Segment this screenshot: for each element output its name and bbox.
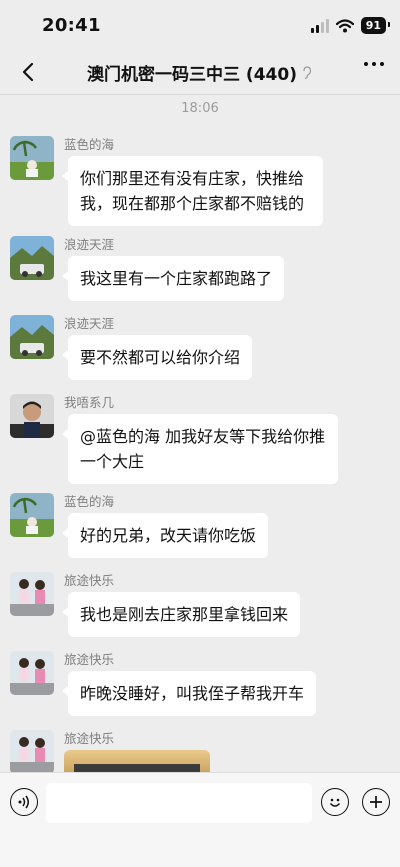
- ear-icon: [301, 66, 313, 80]
- avatar[interactable]: [10, 730, 54, 772]
- message-bubble[interactable]: 昨晚没睡好，叫我侄子帮我开车: [61, 671, 317, 716]
- sender-name: 旅途快乐: [64, 652, 115, 667]
- timestamp: 18:06: [181, 101, 219, 116]
- sender-name: 旅途快乐: [64, 573, 115, 588]
- input-bar: [0, 772, 400, 867]
- wifi-icon: [335, 18, 354, 32]
- message-bubble[interactable]: 我也是刚去庄家那里拿钱回来: [61, 592, 301, 637]
- avatar[interactable]: [10, 136, 54, 180]
- emoji-icon: [329, 798, 341, 807]
- avatar[interactable]: [10, 572, 54, 616]
- emoji-button[interactable]: [321, 788, 349, 816]
- message-bubble[interactable]: 要不然都可以给你介绍: [61, 335, 253, 380]
- chat-title[interactable]: 澳门机密一码三中三 (440): [87, 60, 297, 85]
- avatar[interactable]: [10, 651, 54, 695]
- message-bubble[interactable]: 你们那里还有没有庄家，快推给我，现在都那个庄家都不赔钱的: [62, 156, 323, 226]
- more-button[interactable]: [364, 62, 384, 66]
- avatar[interactable]: [10, 236, 54, 280]
- message-list[interactable]: 18:06 蓝色的海 你们那里还有没有庄家，快推给我，现在都那个庄家都不赔钱的 …: [0, 95, 400, 772]
- sender-name: 我唔系几: [64, 395, 115, 410]
- status-bar: 20:41 91: [0, 0, 400, 50]
- image-message[interactable]: [64, 750, 210, 772]
- sender-name: 浪迹天涯: [64, 237, 115, 252]
- battery-indicator: 91: [360, 17, 391, 34]
- title-wrap: 澳门机密一码三中三 (440): [0, 60, 400, 85]
- more-dots-icon: [364, 62, 368, 66]
- status-time: 20:41: [42, 15, 101, 36]
- sender-name: 浪迹天涯: [64, 316, 115, 331]
- avatar[interactable]: [10, 493, 54, 537]
- sender-name: 蓝色的海: [64, 137, 115, 152]
- avatar[interactable]: [10, 315, 54, 359]
- signal-icon: [310, 18, 329, 33]
- plus-button[interactable]: [362, 788, 390, 816]
- chat-header: 澳门机密一码三中三 (440): [0, 50, 400, 95]
- status-icons: 91: [310, 17, 391, 34]
- message-bubble[interactable]: 好的兄弟，改天请你吃饭: [61, 513, 269, 558]
- voice-icon: [18, 795, 29, 809]
- message-bubble[interactable]: 我这里有一个庄家都跑路了: [61, 256, 285, 301]
- sender-name: 旅途快乐: [64, 731, 115, 746]
- message-input[interactable]: [46, 783, 312, 823]
- avatar[interactable]: [10, 394, 54, 438]
- plus-icon: [370, 796, 382, 808]
- sender-name: 蓝色的海: [64, 494, 115, 509]
- message-bubble[interactable]: @蓝色的海 加我好友等下我给你推一个大庄: [62, 414, 338, 484]
- voice-button[interactable]: [10, 788, 38, 816]
